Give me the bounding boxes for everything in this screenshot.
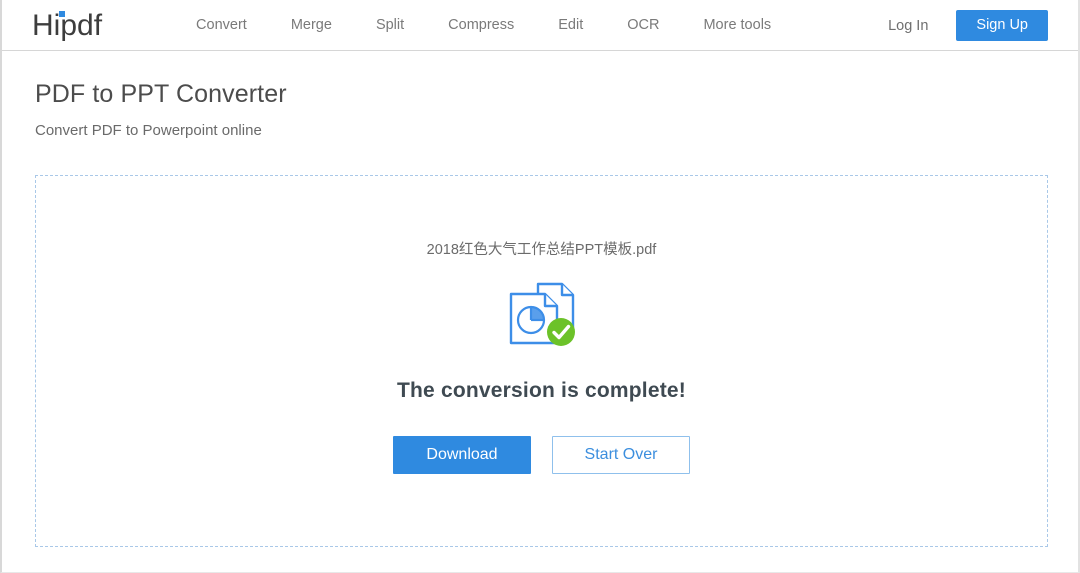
- start-over-button[interactable]: Start Over: [552, 436, 690, 475]
- nav-item-compress[interactable]: Compress: [426, 17, 536, 33]
- check-badge-icon: [546, 318, 575, 347]
- page-heading-block: PDF to PPT Converter Convert PDF to Powe…: [2, 51, 1078, 140]
- header-account-area: Log In Sign Up: [888, 0, 1048, 51]
- app-page: Hipdf Convert Merge Split Compress Edit …: [0, 0, 1080, 573]
- nav-item-more-tools[interactable]: More tools: [681, 17, 793, 33]
- nav-item-convert[interactable]: Convert: [174, 17, 269, 33]
- page-subtitle: Convert PDF to Powerpoint online: [35, 122, 262, 139]
- hipdf-logo[interactable]: Hipdf: [32, 9, 102, 41]
- uploaded-filename: 2018红色大气工作总结PPT模板.pdf: [426, 242, 657, 258]
- conversion-dropzone[interactable]: 2018红色大气工作总结PPT模板.pdf The conversion is …: [35, 175, 1048, 547]
- nav-item-edit[interactable]: Edit: [536, 17, 605, 33]
- action-button-row: Download Start Over: [36, 436, 1047, 475]
- main-nav: Convert Merge Split Compress Edit OCR Mo…: [174, 17, 793, 33]
- download-button[interactable]: Download: [393, 436, 531, 475]
- nav-item-ocr[interactable]: OCR: [605, 17, 681, 33]
- site-header: Hipdf Convert Merge Split Compress Edit …: [2, 0, 1078, 51]
- pdf-to-ppt-complete-icon: [509, 283, 575, 347]
- conversion-status-icon-wrap: [36, 280, 1047, 350]
- page-title: PDF to PPT Converter: [35, 80, 287, 108]
- logo-text: Hipdf: [32, 9, 103, 42]
- conversion-status-text: The conversion is complete!: [397, 379, 686, 403]
- nav-item-merge[interactable]: Merge: [269, 17, 354, 33]
- login-link[interactable]: Log In: [888, 18, 928, 34]
- signup-button[interactable]: Sign Up: [956, 10, 1048, 41]
- nav-item-split[interactable]: Split: [354, 17, 426, 33]
- logo-dot-icon: [59, 11, 65, 17]
